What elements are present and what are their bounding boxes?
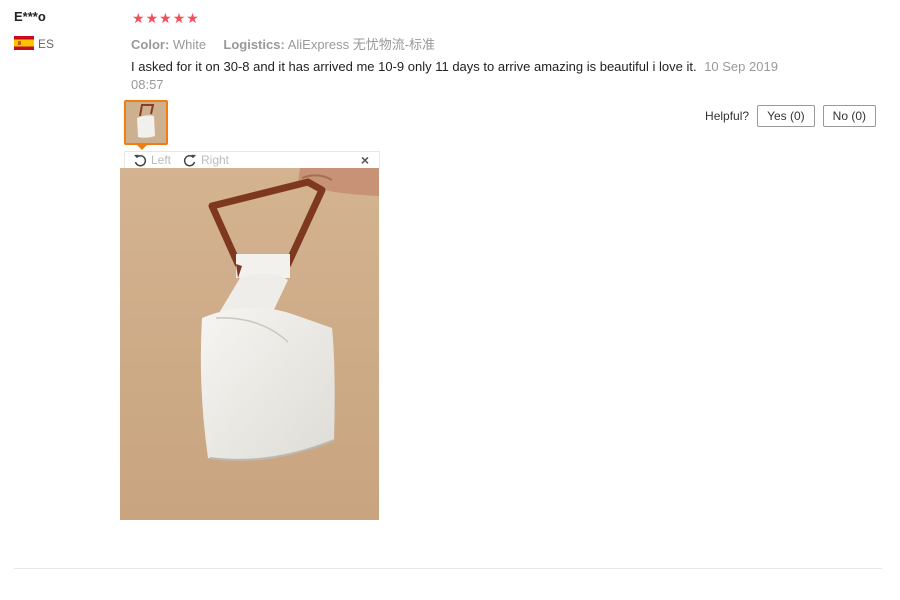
- star-rating: ★ ★ ★ ★ ★: [132, 10, 199, 26]
- rotate-right-label: Right: [201, 153, 230, 167]
- rotate-left-button[interactable]: Left: [133, 153, 171, 167]
- star-icon: ★: [145, 10, 159, 26]
- star-icon: ★: [186, 10, 199, 26]
- rotate-left-label: Left: [151, 153, 172, 167]
- rotate-left-icon: [134, 154, 147, 167]
- star-icon: ★: [159, 10, 172, 26]
- helpful-no-button[interactable]: No (0): [822, 105, 876, 127]
- spain-flag-icon: [14, 36, 34, 50]
- reviewer-name: E***o: [14, 9, 46, 24]
- helpful-label: Helpful?: [705, 109, 750, 123]
- star-icon: ★: [172, 10, 186, 26]
- reviewer-country: ES: [38, 37, 55, 51]
- photo-viewer-toolbar: Left Right ×: [124, 151, 380, 169]
- star-icon: ★: [132, 10, 145, 26]
- review-text: I asked for it on 30-8 and it has arrive…: [131, 59, 697, 74]
- review-body: I asked for it on 30-8 and it has arrive…: [131, 58, 791, 94]
- helpful-yes-button[interactable]: Yes (0): [757, 105, 815, 127]
- color-label: Color:: [131, 37, 170, 52]
- review-photo-thumbnail[interactable]: [124, 100, 168, 145]
- rotate-right-icon: [183, 154, 196, 167]
- logistics-value: AliExpress 无忧物流-标准: [287, 37, 436, 52]
- logistics-label: Logistics:: [223, 37, 285, 52]
- order-info: Color: White Logistics: AliExpress 无忧物流-…: [131, 34, 435, 53]
- color-value: White: [172, 37, 207, 52]
- helpful-vote: Helpful? Yes (0) No (0): [705, 105, 876, 127]
- review-photo-large: [120, 168, 379, 520]
- review-divider: [14, 568, 882, 569]
- close-icon[interactable]: ×: [361, 152, 369, 168]
- thumbnail-pointer: [136, 144, 148, 150]
- rotate-right-button[interactable]: Right: [183, 153, 229, 167]
